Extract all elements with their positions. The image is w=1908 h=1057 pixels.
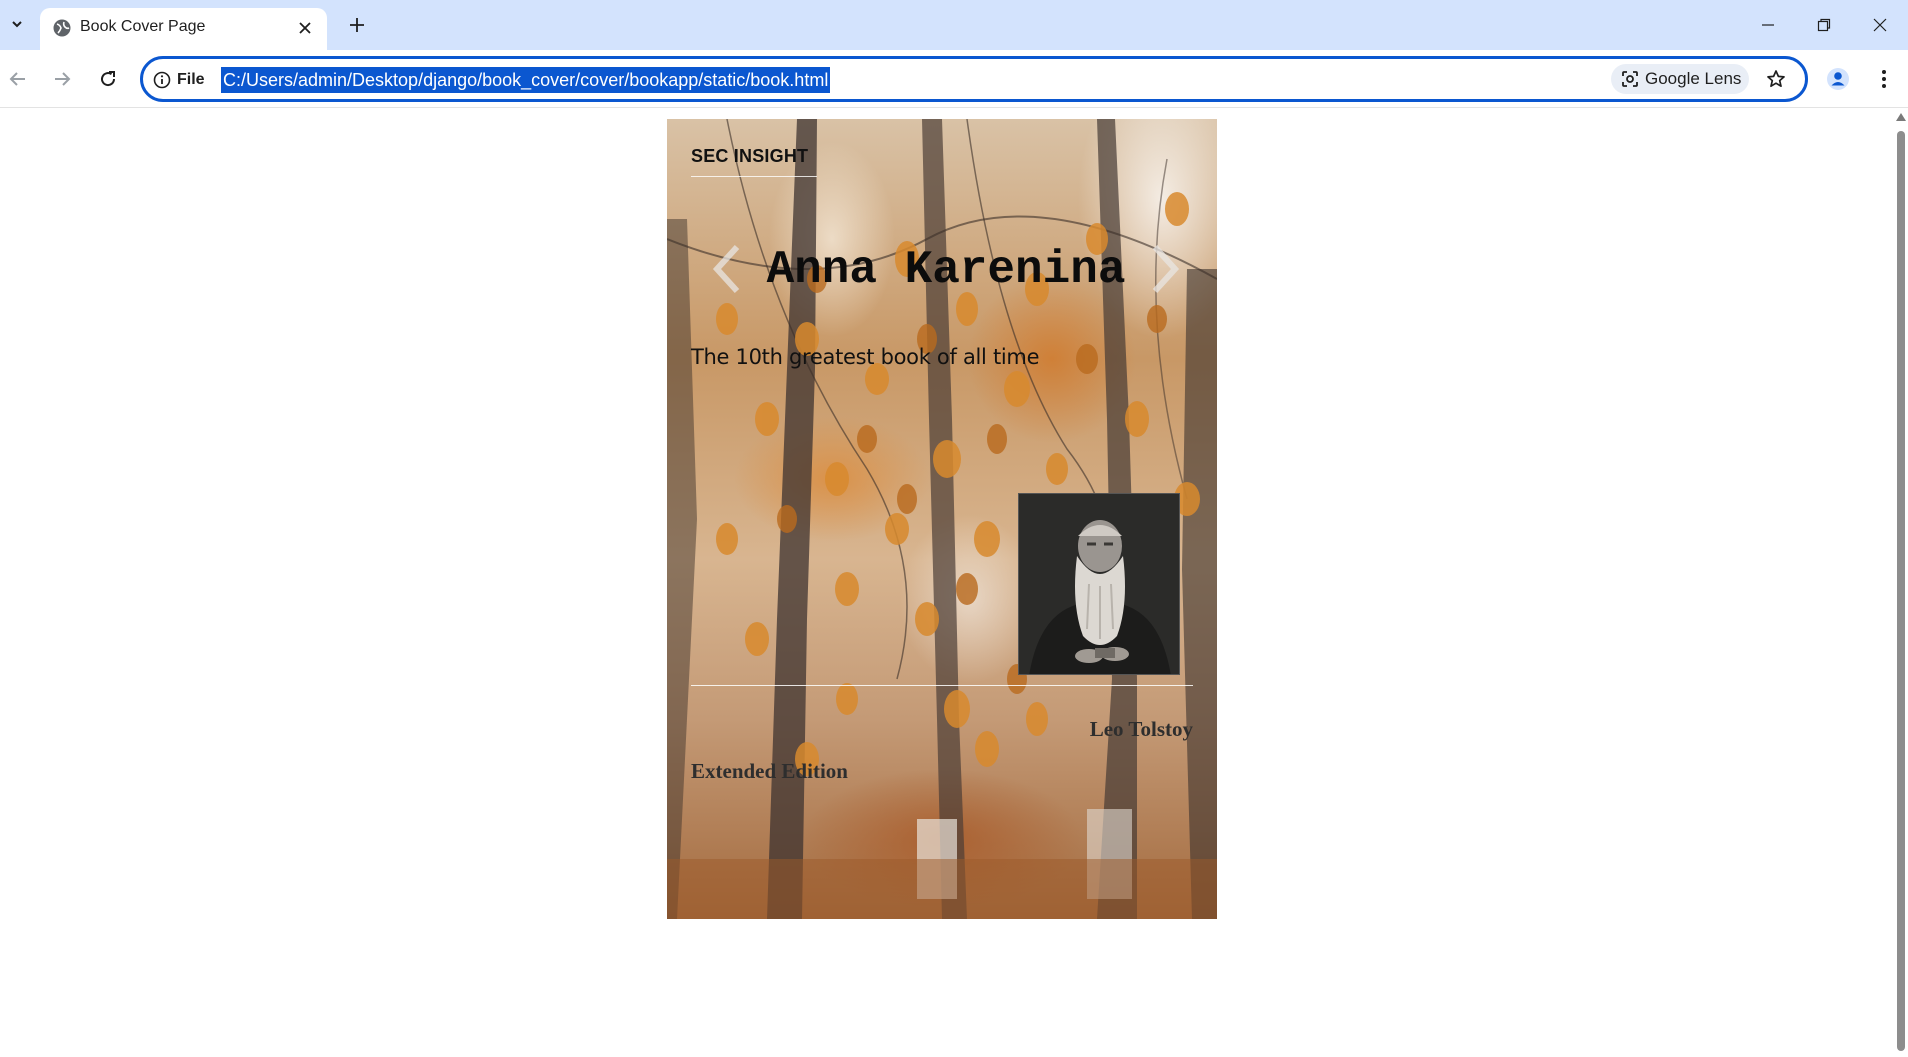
address-bar[interactable]: File C:/Users/admin/Desktop/django/book_… bbox=[140, 56, 1808, 102]
browser-toolbar: File C:/Users/admin/Desktop/django/book_… bbox=[0, 50, 1908, 108]
author-portrait bbox=[1018, 493, 1180, 675]
close-icon bbox=[1873, 18, 1887, 32]
bookmark-button[interactable] bbox=[1761, 64, 1791, 94]
info-icon bbox=[153, 71, 171, 89]
edition-label: Extended Edition bbox=[691, 759, 848, 783]
cover-divider bbox=[691, 685, 1193, 686]
reload-button[interactable] bbox=[92, 63, 124, 95]
tab-title: Book Cover Page bbox=[80, 18, 206, 35]
globe-icon bbox=[53, 19, 71, 37]
book-title: Anna Karenina bbox=[766, 244, 1126, 296]
scrollbar-thumb[interactable] bbox=[1897, 131, 1905, 1051]
profile-button[interactable] bbox=[1822, 63, 1854, 95]
lens-icon bbox=[1622, 71, 1638, 87]
site-info-label: File bbox=[177, 71, 205, 88]
active-tab[interactable]: Book Cover Page bbox=[40, 8, 327, 50]
chevron-down-icon bbox=[12, 21, 22, 28]
site-info-button[interactable]: File bbox=[153, 67, 205, 93]
author-name: Leo Tolstoy bbox=[1089, 717, 1193, 741]
person-icon bbox=[1827, 68, 1849, 90]
book-subtitle: The 10th greatest book of all time bbox=[691, 345, 1040, 369]
plus-icon bbox=[350, 18, 364, 32]
more-vertical-icon bbox=[1882, 70, 1886, 88]
back-button[interactable] bbox=[2, 63, 34, 95]
url-text[interactable]: C:/Users/admin/Desktop/django/book_cover… bbox=[221, 67, 831, 93]
forward-button[interactable] bbox=[46, 63, 78, 95]
browser-menu-button[interactable] bbox=[1868, 63, 1900, 95]
tab-close-button[interactable] bbox=[295, 18, 315, 38]
publisher-underline bbox=[691, 176, 817, 177]
google-lens-button[interactable]: Google Lens bbox=[1611, 64, 1749, 94]
restore-button[interactable] bbox=[1796, 0, 1852, 50]
tab-strip: Book Cover Page bbox=[0, 0, 1908, 50]
minimize-button[interactable] bbox=[1740, 0, 1796, 50]
reload-icon bbox=[101, 71, 116, 87]
google-lens-label: Google Lens bbox=[1645, 69, 1742, 88]
minimize-icon bbox=[1762, 24, 1774, 26]
author-portrait-image bbox=[1019, 494, 1179, 674]
arrow-right-icon bbox=[55, 72, 71, 86]
tab-search-button[interactable] bbox=[4, 9, 30, 39]
page-viewport: SEC INSIGHT Anna Karenina The 10th great… bbox=[0, 109, 1894, 1057]
close-icon bbox=[299, 22, 311, 34]
book-cover: SEC INSIGHT Anna Karenina The 10th great… bbox=[667, 119, 1217, 919]
publisher-label: SEC INSIGHT bbox=[691, 146, 809, 166]
chevron-right-icon[interactable] bbox=[1145, 239, 1185, 299]
close-window-button[interactable] bbox=[1852, 0, 1908, 50]
scroll-up-arrow-icon[interactable] bbox=[1896, 113, 1906, 121]
vertical-scrollbar[interactable] bbox=[1894, 109, 1908, 1057]
restore-icon bbox=[1817, 18, 1831, 32]
new-tab-button[interactable] bbox=[344, 12, 370, 38]
arrow-left-icon bbox=[9, 72, 25, 86]
star-icon bbox=[1767, 70, 1785, 88]
